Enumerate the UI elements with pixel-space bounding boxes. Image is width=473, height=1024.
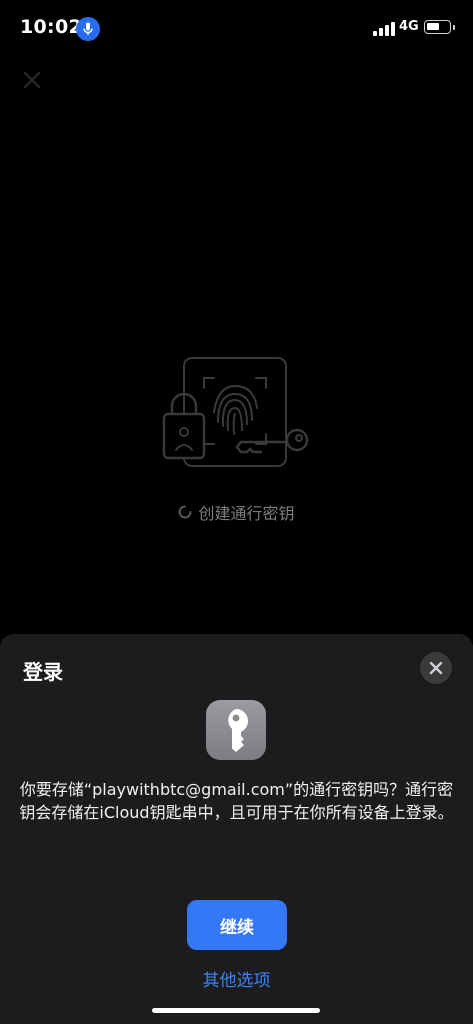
- network-type: 4G: [399, 19, 419, 34]
- status-time: 10:02: [20, 16, 82, 38]
- passkey-save-message: 你要存储“playwithbtc@gmail.com”的通行密钥吗？通行密钥会存…: [19, 780, 454, 822]
- other-options-link[interactable]: 其他选项: [0, 966, 473, 991]
- home-indicator[interactable]: [152, 1008, 320, 1013]
- close-icon[interactable]: [22, 70, 42, 90]
- creating-passkey-status: 创建通行密钥: [0, 500, 473, 524]
- creating-passkey-label: 创建通行密钥: [198, 504, 295, 523]
- cellular-signal-icon: [373, 22, 395, 36]
- close-button[interactable]: [420, 652, 452, 684]
- screen: 10:02 4G 创建通行密钥 登录 你要存储“playwithbtc@gmai…: [0, 0, 473, 1024]
- microphone-indicator-icon: [76, 17, 100, 41]
- battery-icon: [424, 20, 455, 34]
- status-bar: 10:02 4G: [0, 0, 473, 56]
- loading-spinner-icon: [179, 505, 192, 519]
- continue-button[interactable]: 继续: [187, 900, 287, 950]
- sheet-title: 登录: [23, 660, 63, 684]
- close-icon: [429, 661, 443, 675]
- keychain-key-icon: [206, 700, 266, 760]
- sign-in-sheet: 登录 你要存储“playwithbtc@gmail.com”的通行密钥吗？通行密…: [0, 634, 473, 1024]
- passkey-illustration-icon: [162, 357, 309, 467]
